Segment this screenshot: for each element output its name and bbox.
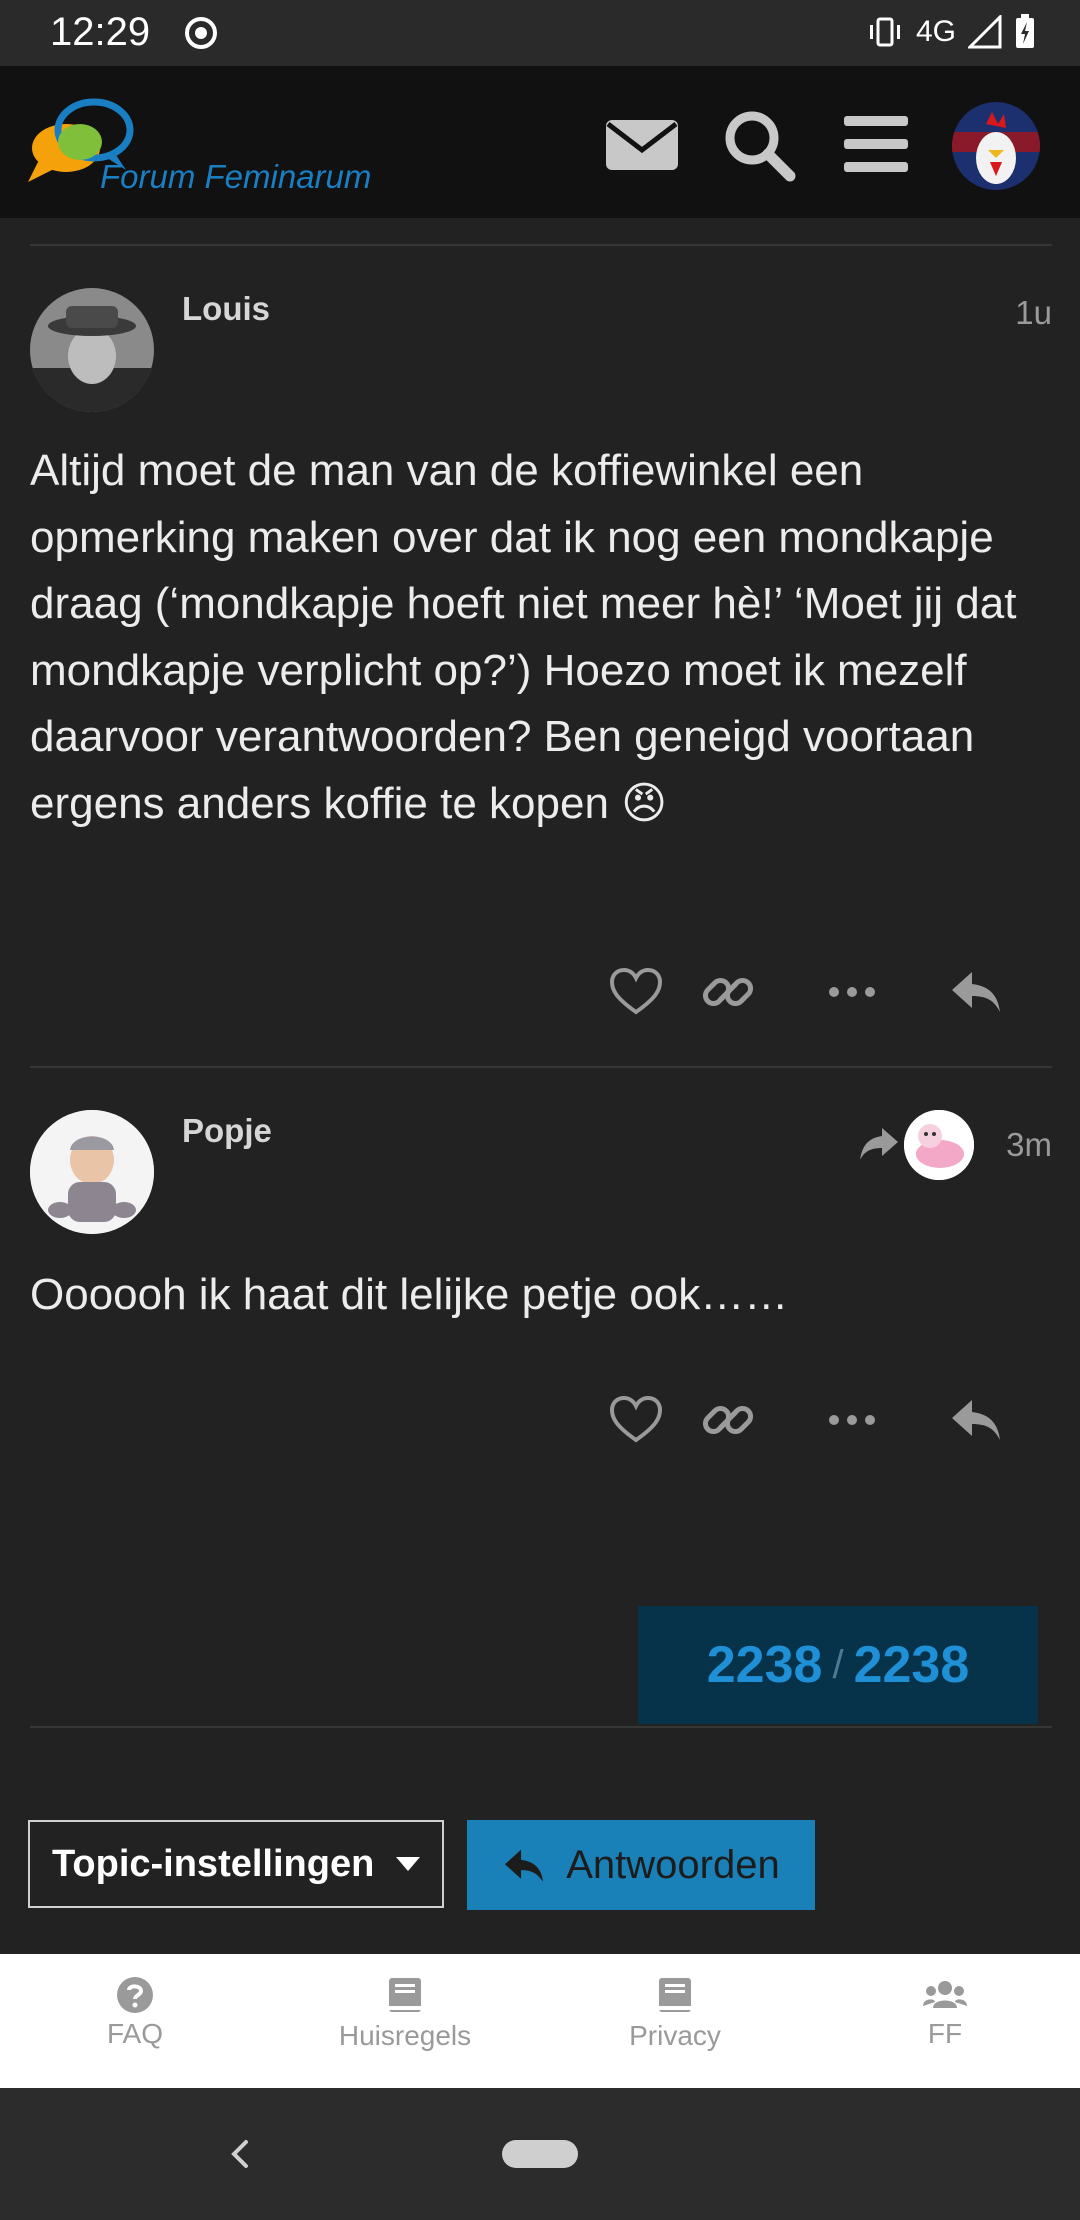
vibrate-icon: [869, 17, 900, 47]
users-icon: [923, 1981, 967, 2008]
tab-label: Huisregels: [338, 2020, 472, 2051]
tab-huisregels[interactable]: Huisregels: [305, 1976, 505, 2052]
progress-total: 2238: [853, 1636, 970, 1694]
progress-current: 2238: [706, 1636, 823, 1694]
book-icon: [389, 1978, 421, 2012]
avatar[interactable]: [30, 288, 154, 412]
more-icon[interactable]: [822, 962, 882, 1022]
like-icon[interactable]: [606, 962, 666, 1022]
status-time: 12:29: [50, 10, 151, 54]
post-time[interactable]: 1u: [1015, 294, 1052, 332]
tab-ff[interactable]: FF: [845, 1976, 1045, 2050]
system-nav-bar: [0, 2088, 1080, 2220]
back-icon[interactable]: [224, 2130, 254, 2178]
post-actions: [0, 962, 1080, 1042]
reply-label: Antwoorden: [566, 1842, 780, 1887]
topic-settings-button[interactable]: Topic-instellingen: [28, 1820, 444, 1908]
mail-icon[interactable]: [604, 106, 680, 182]
tab-label: FAQ: [106, 2018, 163, 2049]
signal-icon: [968, 15, 1002, 49]
reply-icon: [505, 1849, 544, 1882]
screen-record-icon: [185, 17, 217, 49]
tab-privacy[interactable]: Privacy: [575, 1976, 775, 2052]
footer-nav: FAQ Huisregels Privacy FF: [0, 1954, 1080, 2088]
reply-to-arrow-icon: [860, 1128, 898, 1160]
progress-separator: /: [832, 1642, 844, 1687]
question-icon: [117, 1977, 153, 2013]
tab-label: Privacy: [629, 2020, 721, 2051]
reply-button[interactable]: Antwoorden: [467, 1820, 815, 1910]
post-time[interactable]: 3m: [1006, 1126, 1052, 1164]
more-icon[interactable]: [822, 1390, 882, 1450]
user-avatar[interactable]: [952, 102, 1040, 190]
network-type: 4G: [915, 15, 956, 48]
site-header: Forum Feminarum: [0, 66, 1080, 218]
home-pill[interactable]: [502, 2140, 578, 2168]
like-icon[interactable]: [606, 1390, 666, 1450]
tab-label: FF: [927, 2018, 963, 2049]
search-icon[interactable]: [720, 106, 796, 182]
reply-icon[interactable]: [946, 1390, 1006, 1450]
post-actions: [0, 1390, 1080, 1470]
logo-text: Forum Feminarum: [100, 158, 372, 195]
post-username[interactable]: Popje: [182, 1112, 272, 1150]
post-body: Altijd moet de man van de koffiewinkel e…: [30, 446, 1017, 828]
topic-settings-label: Topic-instellingen: [52, 1842, 375, 1885]
battery-icon: [1016, 14, 1034, 48]
book-icon: [659, 1978, 691, 2012]
avatar[interactable]: [30, 1110, 154, 1234]
divider: [30, 1726, 1052, 1728]
tab-faq[interactable]: FAQ: [35, 1976, 235, 2050]
status-bar: 12:29 4G: [0, 0, 1080, 66]
post-body: Oooooh ik haat dit lelijke petje ook……: [30, 1270, 789, 1319]
post-username[interactable]: Louis: [182, 290, 270, 328]
reply-icon[interactable]: [946, 962, 1006, 1022]
caret-down-icon: [396, 1857, 421, 1871]
link-icon[interactable]: [698, 962, 758, 1022]
menu-icon[interactable]: [838, 106, 914, 182]
topic-progress[interactable]: 2238 / 2238: [638, 1606, 1038, 1724]
link-icon[interactable]: [698, 1390, 758, 1450]
divider: [30, 244, 1052, 246]
reply-to-avatar[interactable]: [904, 1110, 974, 1180]
divider: [30, 1066, 1052, 1068]
